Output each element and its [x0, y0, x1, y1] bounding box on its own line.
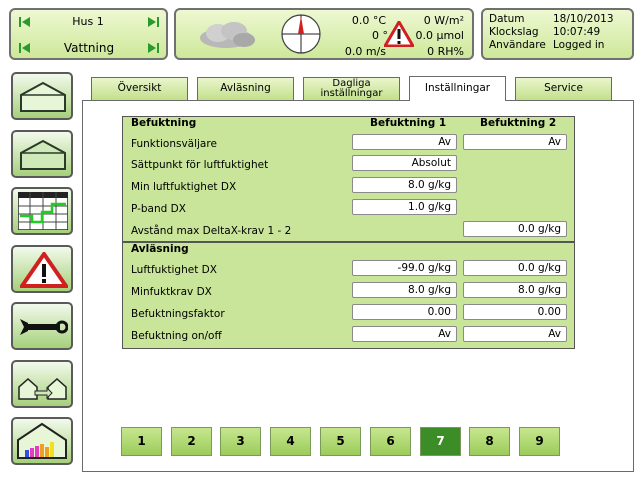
prev-mode-icon[interactable] [19, 43, 31, 53]
luftfuktighet-dx-1-value: -99.0 g/kg [352, 260, 457, 276]
page-button-4[interactable]: 4 [270, 427, 311, 456]
wrench-icon [20, 319, 68, 335]
funktionsvaljare-1-field[interactable]: Av [352, 134, 457, 150]
outside-temp: 0.0 °C [351, 14, 386, 27]
page-button-6[interactable]: 6 [370, 427, 411, 456]
sattpunkt-1-field[interactable]: Absolut [352, 155, 457, 171]
humidity-value: 0 RH% [427, 45, 464, 58]
tab-service[interactable]: Service [515, 77, 612, 100]
avstand-max-2-field[interactable]: 0.0 g/kg [463, 221, 567, 237]
min-luftfuktighet-1-field[interactable]: 8.0 g/kg [352, 177, 457, 193]
next-house-icon[interactable] [147, 17, 159, 27]
row-label-sattpunkt: Sättpunkt för luftfuktighet [131, 159, 269, 171]
sidebar-overview-button[interactable] [11, 72, 73, 120]
cloud-icon [200, 22, 255, 48]
prev-house-icon[interactable] [19, 17, 31, 27]
col-header-befuktning-2: Befuktning 2 [480, 117, 557, 129]
luftfuktighet-dx-2-value: 0.0 g/kg [463, 260, 567, 276]
info-panel: Datum 18/10/2013 Klockslag 10:07:49 Anvä… [481, 8, 634, 60]
col-header-befuktning-1: Befuktning 1 [370, 117, 447, 129]
house-panel: Hus 1 Vattning [9, 8, 168, 60]
weather-panel[interactable]: 0.0 °C 0 ° 0.0 m/s 0 W/m² 0.0 µmol 0 RH% [174, 8, 474, 60]
minfuktkrav-1-value: 8.0 g/kg [352, 282, 457, 298]
next-mode-icon[interactable] [147, 43, 159, 53]
page-button-7[interactable]: 7 [420, 427, 461, 456]
time-value: 10:07:49 [553, 26, 601, 38]
page-button-3[interactable]: 3 [220, 427, 261, 456]
alarm-icon [20, 252, 68, 288]
sidebar-transfer-button[interactable] [11, 360, 73, 408]
befuktningsfaktor-2-value: 0.00 [463, 304, 567, 320]
sidebar-service-button[interactable] [11, 302, 73, 350]
user-value: Logged in [553, 39, 605, 51]
wind-speed: 0.0 m/s [344, 45, 386, 58]
minfuktkrav-2-value: 8.0 g/kg [463, 282, 567, 298]
page-button-2[interactable]: 2 [171, 427, 212, 456]
greenhouse-outline-icon [20, 139, 66, 170]
row-label-p-band: P-band DX [131, 203, 186, 215]
befuktningsfaktor-1-value: 0.00 [352, 304, 457, 320]
funktionsvaljare-2-field[interactable]: Av [463, 134, 567, 150]
p-band-1-field[interactable]: 1.0 g/kg [352, 199, 457, 215]
row-label-befuktningsfaktor: Befuktningsfaktor [131, 308, 225, 320]
row-label-befuktning-on-off: Befuktning on/off [131, 330, 222, 342]
sidebar-energy-button[interactable] [11, 417, 73, 465]
befuktning-on-off-2-value: Av [463, 326, 567, 342]
page-button-5[interactable]: 5 [320, 427, 361, 456]
page-button-1[interactable]: 1 [121, 427, 162, 456]
row-label-min-luftfuktighet: Min luftfuktighet DX [131, 181, 237, 193]
date-label: Datum [489, 13, 525, 25]
outside-temp-2: 0 ° [372, 29, 388, 42]
row-label-avstand-max: Avstånd max DeltaX-krav 1 - 2 [131, 225, 292, 237]
settings-section-title: Befuktning [131, 117, 197, 129]
sidebar-greenhouse-button[interactable] [11, 130, 73, 178]
reading-section-title: Avläsning [131, 243, 189, 255]
row-label-minfuktkrav: Minfuktkrav DX [131, 286, 212, 298]
row-label-funktionsvaljare: Funktionsväljare [131, 138, 217, 150]
graph-icon [18, 192, 68, 230]
befuktning-on-off-1-value: Av [352, 326, 457, 342]
greenhouse-transfer-icon [18, 377, 67, 400]
user-label: Användare [489, 39, 546, 51]
sidebar-alarm-button[interactable] [11, 245, 73, 293]
compass-icon [281, 14, 321, 54]
tab-avlasning[interactable]: Avläsning [197, 77, 294, 100]
tab-dagliga-installningar[interactable]: Dagliga inställningar [303, 77, 400, 100]
tab-oversikt[interactable]: Översikt [91, 77, 188, 100]
greenhouse-chart-icon [17, 422, 67, 459]
page-button-9[interactable]: 9 [519, 427, 560, 456]
time-label: Klockslag [489, 26, 539, 38]
tab-installningar[interactable]: Inställningar [409, 76, 506, 101]
co2-value: 0.0 µmol [415, 29, 465, 42]
greenhouse-icon [20, 81, 66, 112]
date-value: 18/10/2013 [553, 13, 614, 25]
house-name: Hus 1 [72, 15, 104, 28]
mode-name: Vattning [63, 41, 115, 55]
sidebar-graph-button[interactable] [11, 187, 73, 235]
row-label-luftfuktighet-dx: Luftfuktighet DX [131, 264, 217, 276]
radiation-value: 0 W/m² [423, 14, 464, 27]
page-button-8[interactable]: 8 [469, 427, 510, 456]
